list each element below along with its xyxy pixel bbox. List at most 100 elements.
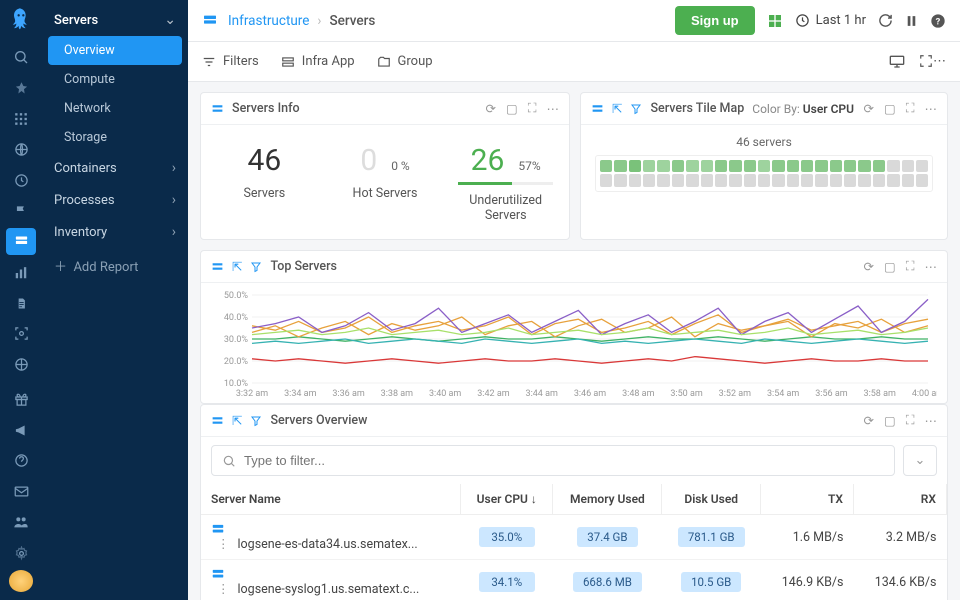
server-tile[interactable] xyxy=(701,174,713,186)
col-header[interactable]: Disk Used xyxy=(662,484,761,515)
time-range-picker[interactable]: Last 1 hr xyxy=(795,13,866,28)
sidebar-item-storage[interactable]: Storage xyxy=(42,123,188,152)
minimize-icon[interactable]: ▢ xyxy=(884,101,896,117)
server-tile[interactable] xyxy=(600,160,612,172)
refresh-icon[interactable]: ⟳ xyxy=(863,259,873,275)
server-tile[interactable] xyxy=(614,174,626,186)
server-tile[interactable] xyxy=(701,160,713,172)
server-tile[interactable] xyxy=(815,160,827,172)
filter-icon[interactable] xyxy=(630,103,642,115)
server-tile[interactable] xyxy=(858,174,870,186)
rail-doc-icon[interactable] xyxy=(6,290,36,317)
minimize-icon[interactable]: ▢ xyxy=(884,259,896,275)
server-tile[interactable] xyxy=(672,160,684,172)
signup-button[interactable]: Sign up xyxy=(675,6,755,35)
server-tile[interactable] xyxy=(758,174,770,186)
rail-grid-icon[interactable] xyxy=(6,105,36,132)
server-tile[interactable] xyxy=(715,160,727,172)
col-header[interactable]: User CPU ↓ xyxy=(461,484,553,515)
table-row[interactable]: ⋮logsene-syslog1.us.sematext.c... 34.1% … xyxy=(201,560,947,600)
rail-clock-icon[interactable] xyxy=(6,167,36,194)
filter-icon[interactable] xyxy=(250,261,262,273)
server-tile[interactable] xyxy=(873,174,885,186)
expand-icon[interactable]: ⛶ xyxy=(528,101,537,117)
expand-icon[interactable]: ⛶ xyxy=(906,413,915,429)
pause-icon[interactable] xyxy=(905,14,918,28)
user-avatar[interactable] xyxy=(9,570,33,591)
rail-gift-icon[interactable] xyxy=(6,386,36,413)
breadcrumb-parent[interactable]: Infrastructure xyxy=(228,13,309,29)
expand-icon[interactable]: ⛶ xyxy=(906,101,915,117)
row-menu-icon[interactable]: ⋮ xyxy=(217,582,230,597)
server-tile[interactable] xyxy=(643,160,655,172)
col-header[interactable]: Server Name xyxy=(201,484,461,515)
server-tile[interactable] xyxy=(686,174,698,186)
rail-ball-icon[interactable] xyxy=(6,351,36,378)
sidebar-add-report[interactable]: ＋ Add Report xyxy=(42,248,188,283)
col-header[interactable]: TX xyxy=(761,484,854,515)
help-icon[interactable]: ? xyxy=(930,13,946,29)
infra-app-button[interactable]: Infra App xyxy=(281,54,355,69)
server-tile[interactable] xyxy=(902,174,914,186)
server-tile[interactable] xyxy=(729,174,741,186)
server-tile[interactable] xyxy=(801,174,813,186)
server-tile[interactable] xyxy=(916,174,928,186)
more-icon[interactable]: ⋯ xyxy=(925,101,938,117)
dropdown-button[interactable]: ⌄ xyxy=(903,445,937,476)
server-tile[interactable] xyxy=(629,160,641,172)
refresh-icon[interactable] xyxy=(878,13,893,28)
server-tile[interactable] xyxy=(916,160,928,172)
rail-megaphone-icon[interactable] xyxy=(6,417,36,444)
row-menu-icon[interactable]: ⋮ xyxy=(217,537,230,552)
server-tile[interactable] xyxy=(858,160,870,172)
more-icon[interactable]: ⋯ xyxy=(547,101,560,117)
filter-icon[interactable] xyxy=(250,415,262,427)
col-header[interactable]: Memory Used xyxy=(553,484,662,515)
rail-flag-icon[interactable] xyxy=(6,198,36,225)
sidebar-inventory[interactable]: Inventory› xyxy=(42,216,188,248)
server-tile[interactable] xyxy=(887,174,899,186)
link-icon[interactable]: ⇱ xyxy=(612,101,622,117)
server-tile[interactable] xyxy=(758,160,770,172)
rail-rocket-icon[interactable] xyxy=(6,75,36,102)
server-tile[interactable] xyxy=(729,160,741,172)
rail-mail-icon[interactable] xyxy=(6,478,36,505)
server-tile[interactable] xyxy=(600,174,612,186)
server-tile[interactable] xyxy=(830,174,842,186)
server-tile[interactable] xyxy=(844,174,856,186)
minimize-icon[interactable]: ▢ xyxy=(884,413,896,429)
server-tile[interactable] xyxy=(772,160,784,172)
server-tile[interactable] xyxy=(830,160,842,172)
server-tile[interactable] xyxy=(873,160,885,172)
rail-search-icon[interactable] xyxy=(6,44,36,71)
group-button[interactable]: Group xyxy=(377,54,433,69)
server-tile[interactable] xyxy=(801,160,813,172)
rail-scan-icon[interactable] xyxy=(6,321,36,348)
server-tile[interactable] xyxy=(787,174,799,186)
server-tile[interactable] xyxy=(887,160,899,172)
server-tile[interactable] xyxy=(815,174,827,186)
rail-gear-icon[interactable] xyxy=(6,540,36,567)
sidebar-servers[interactable]: Servers⌄ xyxy=(42,4,188,36)
server-tile[interactable] xyxy=(686,160,698,172)
server-tile[interactable] xyxy=(715,174,727,186)
refresh-icon[interactable]: ⟳ xyxy=(485,101,495,117)
server-tile[interactable] xyxy=(657,160,669,172)
server-tile[interactable] xyxy=(672,174,684,186)
rail-help-icon[interactable] xyxy=(6,448,36,475)
rail-chart-icon[interactable] xyxy=(6,259,36,286)
link-icon[interactable]: ⇱ xyxy=(232,259,242,275)
filters-button[interactable]: Filters xyxy=(202,54,259,69)
server-tile[interactable] xyxy=(657,174,669,186)
fullscreen-icon[interactable]: ⋯ xyxy=(919,54,946,69)
sidebar-item-compute[interactable]: Compute xyxy=(42,65,188,94)
server-tile[interactable] xyxy=(902,160,914,172)
refresh-icon[interactable]: ⟳ xyxy=(863,101,873,117)
minimize-icon[interactable]: ▢ xyxy=(506,101,518,117)
server-tile[interactable] xyxy=(643,174,655,186)
server-tile[interactable] xyxy=(614,160,626,172)
more-icon[interactable]: ⋯ xyxy=(925,259,938,275)
server-tile[interactable] xyxy=(744,160,756,172)
refresh-icon[interactable]: ⟳ xyxy=(863,413,873,429)
more-icon[interactable]: ⋯ xyxy=(925,413,938,429)
